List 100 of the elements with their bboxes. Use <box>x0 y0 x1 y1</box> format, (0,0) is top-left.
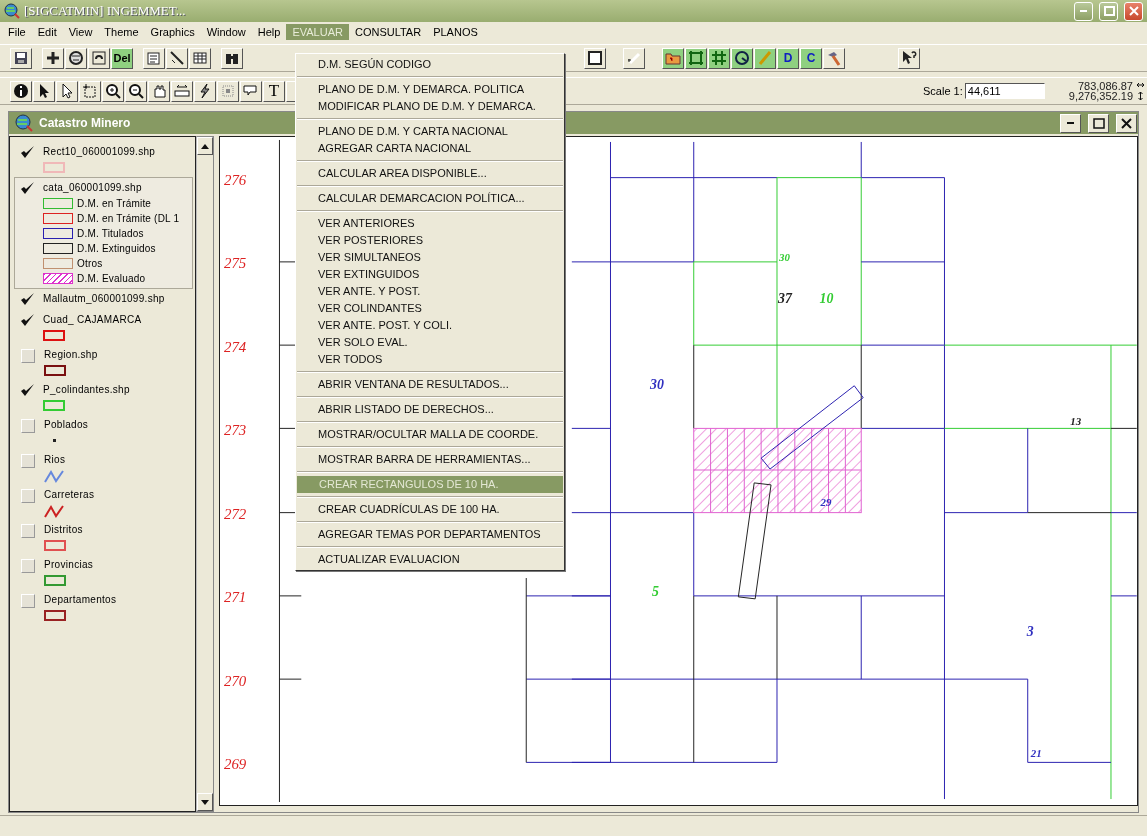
toolbar-button[interactable] <box>662 47 684 69</box>
menu-item[interactable]: Window <box>200 24 252 40</box>
menu-item[interactable]: Theme <box>98 24 145 40</box>
menu-item[interactable]: VER ANTE. POST. Y COLI. <box>296 317 564 334</box>
menu-item[interactable]: VER ANTE. Y POST. <box>296 283 564 300</box>
menu-item[interactable]: ABRIR VENTANA DE RESULTADOS... <box>296 376 564 393</box>
menu-item[interactable]: CREAR CUADRÍCULAS DE 100 HA. <box>296 501 564 518</box>
toolbar-button[interactable] <box>65 47 87 69</box>
menu-item[interactable]: ACTUALIZAR EVALUACION <box>296 551 564 568</box>
checkbox[interactable] <box>21 454 35 468</box>
toolbar-button[interactable] <box>125 80 147 102</box>
checkbox[interactable] <box>21 524 35 538</box>
menu-item[interactable]: PLANOS <box>427 24 484 40</box>
toolbar-button[interactable] <box>56 80 78 102</box>
menu-item[interactable]: D.M. SEGÚN CODIGO <box>296 56 564 73</box>
menu-item[interactable]: Help <box>251 24 287 40</box>
measure-icon <box>174 83 190 99</box>
legend-layer[interactable]: P_colindantes.shp <box>16 380 194 415</box>
toolbar-button[interactable]: Del <box>111 47 133 69</box>
window-icon <box>587 50 603 66</box>
parcel-label: 3 <box>1027 624 1034 640</box>
toolbar-button[interactable] <box>194 80 216 102</box>
toolbar-button[interactable] <box>898 47 920 69</box>
legend-layer[interactable]: Poblados <box>16 415 194 450</box>
toolbar-button[interactable] <box>88 47 110 69</box>
toolbar-button[interactable] <box>240 80 262 102</box>
toolbar-button[interactable]: T <box>263 80 285 102</box>
legend-layer[interactable]: Rect10_060001099.shp <box>16 142 194 177</box>
toolbar-button[interactable]: C <box>800 47 822 69</box>
legend-layer[interactable]: Region.shp <box>16 345 194 380</box>
menu-item[interactable]: VER SIMULTANEOS <box>296 249 564 266</box>
checkbox[interactable] <box>21 419 35 433</box>
legend-layer[interactable]: cata_060001099.shp D.M. en Trámite D.M. en Trámite (DL 1 D.M. Titulados D.M. Extinguidos Otros D.M. Evaluado <box>14 177 194 289</box>
hammer-icon <box>826 50 842 66</box>
checkbox[interactable] <box>21 594 35 608</box>
minimize-button[interactable] <box>1060 113 1081 133</box>
menu-item[interactable]: MODIFICAR PLANO DE D.M. Y DEMARCA. <box>296 98 564 115</box>
toolbar-button[interactable] <box>79 80 101 102</box>
toolbar-button[interactable] <box>102 80 124 102</box>
menu-item[interactable]: File <box>2 24 32 40</box>
toolbar-button[interactable] <box>148 80 170 102</box>
up-arrow-icon <box>201 143 210 149</box>
toolbar-button[interactable]: D <box>777 47 799 69</box>
legend-layer[interactable]: Cuad_ CAJAMARCA <box>16 310 194 345</box>
toolbar-button[interactable] <box>189 47 211 69</box>
maximize-button[interactable] <box>1088 113 1109 133</box>
checkbox[interactable] <box>20 313 35 328</box>
legend-layer[interactable]: Distritos <box>16 520 194 555</box>
toolbar-button[interactable] <box>143 47 165 69</box>
menu-item[interactable]: VER SOLO EVAL. <box>296 334 564 351</box>
legend-layer[interactable]: Rios <box>16 450 194 485</box>
legend-layer[interactable]: Departamentos <box>16 590 194 625</box>
menu-item[interactable]: MOSTRAR BARRA DE HERRAMIENTAS... <box>296 451 564 468</box>
toolbar-button[interactable] <box>754 47 776 69</box>
menu-item[interactable]: VER POSTERIORES <box>296 232 564 249</box>
toolbar-button[interactable] <box>731 47 753 69</box>
northing-label: 270 <box>224 673 247 690</box>
toolbar-button[interactable] <box>823 47 845 69</box>
legend-layer[interactable]: Carreteras <box>16 485 194 520</box>
menu-item[interactable]: CALCULAR AREA DISPONIBLE... <box>296 165 564 182</box>
toolbar-button[interactable] <box>708 47 730 69</box>
checkbox[interactable] <box>20 181 35 196</box>
help-pointer-icon <box>901 50 917 66</box>
menu-item[interactable]: PLANO DE D.M. Y DEMARCA. POLITICA <box>296 81 564 98</box>
checkbox[interactable] <box>20 145 35 160</box>
menu-item[interactable]: VER EXTINGUIDOS <box>296 266 564 283</box>
toolbar-button[interactable] <box>33 80 55 102</box>
menu-item[interactable]: MOSTRAR/OCULTAR MALLA DE COORDE. <box>296 426 564 443</box>
scrollbar[interactable] <box>196 136 215 812</box>
toolbar-button[interactable] <box>42 47 64 69</box>
toolbar-button[interactable] <box>10 80 32 102</box>
checkbox[interactable] <box>21 489 35 503</box>
toolbar-button[interactable] <box>217 80 239 102</box>
menu-item[interactable]: View <box>62 24 99 40</box>
legend-layer[interactable]: Provincias <box>16 555 194 590</box>
toolbar-button[interactable] <box>685 47 707 69</box>
toolbar-button[interactable] <box>10 47 32 69</box>
toolbar-button[interactable] <box>584 47 606 69</box>
checkbox[interactable] <box>20 292 35 307</box>
toolbar-button[interactable] <box>171 80 193 102</box>
menu-item[interactable]: CALCULAR DEMARCACION POLÍTICA... <box>296 190 564 207</box>
toolbar-button[interactable] <box>166 47 188 69</box>
menu-item[interactable]: VER COLINDANTES <box>296 300 564 317</box>
menu-item[interactable]: Graphics <box>144 24 201 40</box>
menu-item[interactable]: AGREGAR CARTA NACIONAL <box>296 140 564 157</box>
menu-item[interactable]: ABRIR LISTADO DE DERECHOS... <box>296 401 564 418</box>
menu-item[interactable]: VER ANTERIORES <box>296 215 564 232</box>
toolbar-button[interactable] <box>623 47 645 69</box>
menu-item[interactable]: VER TODOS <box>296 351 564 368</box>
checkbox[interactable] <box>20 383 35 398</box>
menu-item[interactable]: CONSULTAR <box>348 24 428 40</box>
checkbox[interactable] <box>21 559 35 573</box>
scale-field[interactable]: 44,611 <box>964 83 1045 99</box>
layer-name: P_colindantes.shp <box>43 383 130 397</box>
menu-item[interactable]: Edit <box>31 24 63 40</box>
toolbar-button[interactable] <box>221 47 243 69</box>
checkbox[interactable] <box>21 349 35 363</box>
menu-item[interactable]: AGREGAR TEMAS POR DEPARTAMENTOS <box>296 526 564 543</box>
close-button[interactable] <box>1116 113 1137 133</box>
legend-layer[interactable]: Mallautm_060001099.shp <box>16 289 194 310</box>
